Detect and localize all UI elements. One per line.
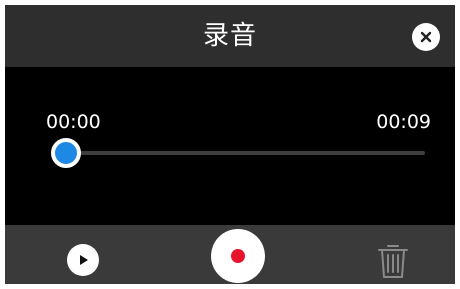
player-area: 00:00 00:09 <box>5 67 455 225</box>
trash-icon <box>378 245 408 278</box>
close-button[interactable] <box>412 23 440 51</box>
current-time: 00:00 <box>46 111 101 133</box>
control-bar <box>5 225 455 284</box>
total-time: 00:09 <box>376 111 431 133</box>
dialog-title: 录音 <box>202 21 257 51</box>
progress-thumb[interactable] <box>51 138 81 168</box>
recording-dialog: 录音 00:00 00:09 <box>5 5 455 284</box>
close-icon <box>420 31 432 43</box>
play-icon <box>80 255 88 265</box>
delete-button[interactable] <box>375 241 411 281</box>
dialog-header: 录音 <box>5 5 455 67</box>
progress-track[interactable] <box>67 151 425 155</box>
record-button[interactable] <box>211 229 265 283</box>
play-button[interactable] <box>67 244 99 276</box>
record-icon <box>231 249 245 263</box>
